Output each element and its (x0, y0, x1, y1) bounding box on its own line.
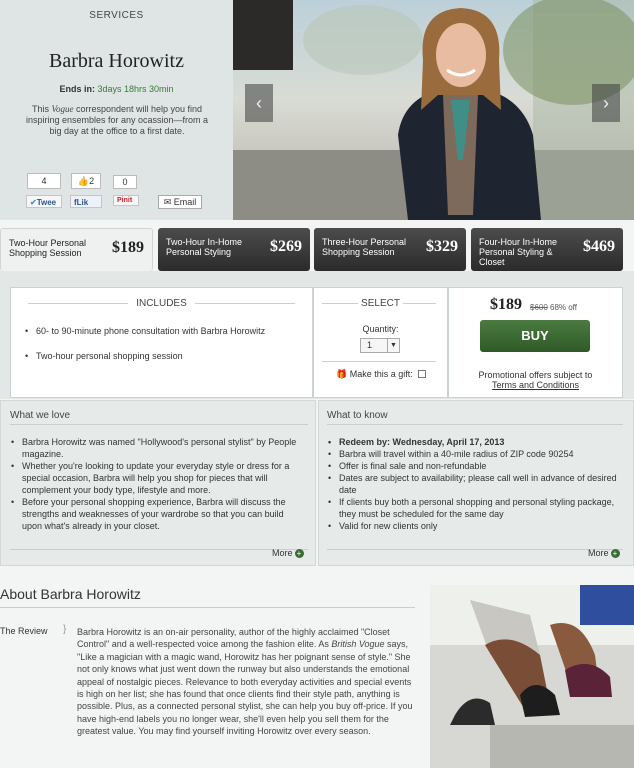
tweet-count: 4 (27, 173, 61, 189)
chevron-left-icon: ‹ (256, 93, 262, 113)
promo-text: Promotional offers subject to (478, 370, 593, 380)
discount-label: 68% off (550, 303, 577, 312)
page-title: Barbra Horowitz (49, 50, 184, 72)
tab-two-hour-shopping[interactable]: Two-Hour Personal Shopping Session $189 (0, 228, 153, 271)
shoes-photo (430, 585, 634, 768)
like-button[interactable]: fLik (70, 195, 102, 208)
twitter-icon: ✔ (30, 198, 37, 207)
quantity-select[interactable]: 1 ▼ (360, 338, 400, 353)
list-item: Barbra will travel within a 40-mile radi… (327, 448, 623, 460)
original-price: $600 (530, 303, 548, 312)
vogue-mention: Vogue (51, 104, 74, 114)
list-item: Redeem by: Wednesday, April 17, 2013 (327, 436, 623, 448)
gift-icon: 🎁 (336, 369, 348, 379)
know-more-link[interactable]: More + (588, 548, 620, 559)
pin-button[interactable]: Pinit (113, 195, 139, 206)
list-item: Two-hour personal shopping session (24, 350, 304, 362)
tab-label: Two-Hour In-Home Personal Styling (166, 237, 243, 257)
what-to-know-title: What to know (327, 410, 388, 421)
email-button[interactable]: ✉ Email (158, 195, 202, 209)
list-item: If clients buy both a personal shopping … (327, 496, 623, 520)
quote-divider: } (63, 624, 67, 635)
british-vogue-mention: British Vogue (331, 639, 385, 650)
tab-price: $329 (426, 238, 458, 255)
plus-icon: + (294, 549, 304, 559)
love-more-link[interactable]: More + (272, 548, 304, 559)
gift-checkbox[interactable] (418, 370, 426, 378)
envelope-icon: ✉ (163, 197, 172, 207)
section-label: SERVICES (89, 10, 144, 21)
what-we-love-title: What we love (10, 410, 71, 421)
tab-label: Two-Hour Personal Shopping Session (9, 238, 87, 258)
deal-price: $189 (490, 296, 522, 313)
hero-photo (233, 0, 634, 220)
countdown-time: 3days 18hrs 30min (97, 84, 174, 94)
prev-image-button[interactable]: ‹ (245, 84, 273, 122)
tab-label: Four-Hour In-Home Personal Styling & Clo… (479, 237, 558, 267)
gift-label: Make this a gift: (349, 369, 413, 379)
tab-label: Three-Hour Personal Shopping Session (322, 237, 407, 257)
shoes-image (430, 585, 634, 768)
quantity-label: Quantity: (362, 324, 399, 334)
about-title: About Barbra Horowitz (0, 586, 141, 602)
buy-button[interactable]: BUY (480, 320, 590, 352)
list-item: Before your personal shopping experience… (10, 496, 306, 532)
gift-option: 🎁 Make this a gift: (336, 369, 413, 380)
review-text: Barbra Horowitz is an on-air personality… (77, 627, 413, 737)
list-item: Dates are subject to availability; pleas… (327, 472, 623, 496)
chevron-down-icon: ▼ (387, 339, 399, 352)
tab-four-hour-styling[interactable]: Four-Hour In-Home Personal Styling & Clo… (471, 228, 623, 271)
list-item: Barbra Horowitz was named "Hollywood's p… (10, 436, 306, 460)
next-image-button[interactable]: › (592, 84, 620, 122)
tweet-button[interactable]: ✔Twee (26, 195, 62, 208)
list-item: Whether you're looking to update your ev… (10, 460, 306, 496)
select-title: SELECT (361, 298, 400, 309)
countdown: Ends in: 3days 18hrs 30min (0, 84, 233, 94)
tab-two-hour-styling[interactable]: Two-Hour In-Home Personal Styling $269 (158, 228, 310, 271)
tab-price: $269 (270, 238, 302, 255)
terms-link[interactable]: Terms and Conditions (448, 380, 623, 390)
like-count: 👍2 (71, 173, 101, 189)
know-list: Redeem by: Wednesday, April 17, 2013 Bar… (327, 436, 623, 532)
stylist-portrait (233, 0, 634, 220)
chevron-right-icon: › (603, 93, 609, 113)
tab-three-hour-shopping[interactable]: Three-Hour Personal Shopping Session $32… (314, 228, 466, 271)
tab-price: $189 (112, 239, 144, 256)
tab-price: $469 (583, 238, 615, 255)
includes-title: INCLUDES (136, 298, 187, 309)
pin-count: 0 (113, 175, 137, 189)
thumbs-up-icon: 👍 (77, 176, 90, 186)
countdown-label: Ends in: (59, 84, 95, 94)
list-item: Offer is final sale and non-refundable (327, 460, 623, 472)
love-list: Barbra Horowitz was named "Hollywood's p… (10, 436, 306, 532)
list-item: Valid for new clients only (327, 520, 623, 532)
list-item: 60- to 90-minute phone consultation with… (24, 325, 304, 337)
review-label: The Review (0, 626, 48, 636)
plus-icon: + (610, 549, 620, 559)
hero-description: This Vogue correspondent will help you f… (25, 104, 209, 136)
